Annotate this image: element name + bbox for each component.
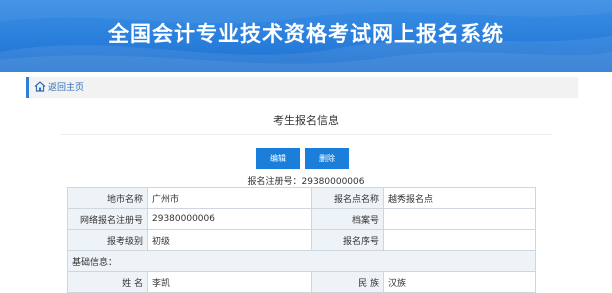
label-city: 地市名称 bbox=[67, 187, 148, 209]
registration-number: 报名注册号：29380000006 bbox=[247, 177, 365, 187]
label-ethnicity: 民 族 bbox=[311, 271, 384, 293]
home-icon bbox=[34, 81, 46, 92]
label-name: 姓 名 bbox=[67, 271, 148, 293]
table-row: 网络报名注册号 29380000006 档案号 bbox=[67, 208, 536, 230]
value-online-reg-no: 29380000006 bbox=[147, 208, 312, 230]
header-banner: 全国会计专业技术资格考试网上报名系统 bbox=[0, 0, 612, 72]
label-online-reg-no: 网络报名注册号 bbox=[67, 208, 148, 230]
app-title: 全国会计专业技术资格考试网上报名系统 bbox=[108, 22, 504, 46]
value-ethnicity: 汉族 bbox=[383, 271, 536, 293]
edit-button[interactable]: 编辑 bbox=[256, 148, 300, 169]
table-section-row: 基础信息： bbox=[67, 250, 536, 272]
value-city: 广州市 bbox=[147, 187, 312, 209]
section-basic-info: 基础信息： bbox=[67, 250, 536, 272]
label-exam-level: 报考级别 bbox=[67, 229, 148, 251]
table-row: 地市名称 广州市 报名点名称 越秀报名点 bbox=[67, 187, 536, 209]
section-divider bbox=[60, 134, 552, 135]
label-reg-serial: 报名序号 bbox=[311, 229, 384, 251]
value-site-name: 越秀报名点 bbox=[383, 187, 536, 209]
value-exam-level: 初级 bbox=[147, 229, 312, 251]
value-name: 李凯 bbox=[147, 271, 312, 293]
label-file-no: 档案号 bbox=[311, 208, 384, 230]
home-link[interactable]: 返回主页 bbox=[34, 80, 84, 93]
delete-button[interactable]: 删除 bbox=[305, 148, 349, 169]
applicant-info-table: 地市名称 广州市 报名点名称 越秀报名点 网络报名注册号 29380000006… bbox=[67, 187, 536, 293]
home-link-label: 返回主页 bbox=[48, 83, 85, 93]
value-file-no bbox=[383, 208, 536, 230]
table-row: 姓 名 李凯 民 族 汉族 bbox=[67, 271, 536, 293]
label-site-name: 报名点名称 bbox=[311, 187, 384, 209]
breadcrumb: 返回主页 bbox=[26, 77, 578, 98]
value-reg-serial bbox=[383, 229, 536, 251]
table-row: 报考级别 初级 报名序号 bbox=[67, 229, 536, 251]
section-title: 考生报名信息 bbox=[273, 114, 339, 127]
